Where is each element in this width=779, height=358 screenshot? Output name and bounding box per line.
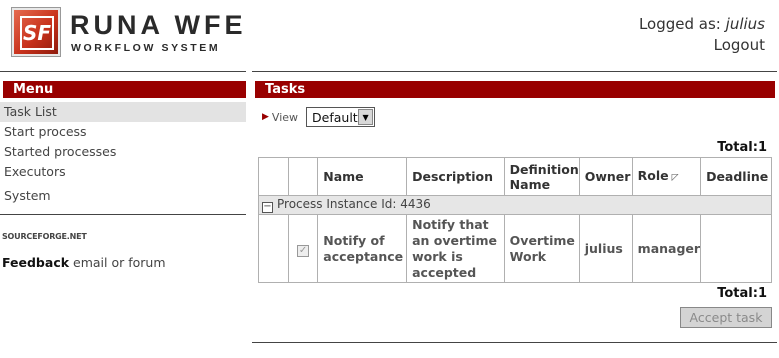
column-header-role[interactable]: Role ◸ xyxy=(631,157,702,196)
view-select[interactable]: Default ▼ xyxy=(306,107,376,127)
logout-link[interactable]: Logout xyxy=(639,35,765,56)
dropdown-arrow-icon[interactable]: ▼ xyxy=(358,109,374,125)
column-header-role-label: Role xyxy=(637,167,669,183)
app-logo: SF RUNA WFE WORKFLOW SYSTEM xyxy=(12,8,252,58)
sf-logo-icon: SF xyxy=(12,8,60,56)
column-header-owner[interactable]: Owner xyxy=(578,157,633,196)
divider xyxy=(252,71,777,72)
tasks-table: Name Description Definition Name Owner R… xyxy=(258,157,772,283)
menu-item-started-processes[interactable]: Started processes xyxy=(0,142,246,162)
view-label: View xyxy=(271,110,299,124)
header-check-cell xyxy=(287,157,319,196)
table-row[interactable]: ✓ Notify of acceptance Notify that an ov… xyxy=(258,214,772,283)
logo-subtitle: WORKFLOW SYSTEM xyxy=(71,42,221,54)
cell-name[interactable]: Notify of acceptance xyxy=(317,214,408,283)
column-header-deadline[interactable]: Deadline xyxy=(700,157,772,196)
menu-item-start-process[interactable]: Start process xyxy=(0,122,246,142)
menu-header: Menu xyxy=(3,81,246,98)
sort-icon[interactable]: ◸ xyxy=(672,173,679,183)
view-selector-row: ▶ View Default ▼ xyxy=(262,107,376,127)
feedback-link[interactable]: email or forum xyxy=(73,255,166,270)
sourceforge-logo[interactable]: SOURCEFORGE.NET xyxy=(2,232,87,241)
group-cell: − Process Instance Id: 4436 xyxy=(258,195,772,215)
row-expand-cell xyxy=(258,214,289,283)
column-header-description[interactable]: Description xyxy=(406,157,505,196)
group-label: Process Instance Id: 4436 xyxy=(277,197,431,211)
column-header-definition-name[interactable]: Definition Name xyxy=(503,157,580,196)
table-header-row: Name Description Definition Name Owner R… xyxy=(258,157,772,196)
row-check-cell: ✓ xyxy=(287,214,319,283)
cell-role: manager xyxy=(631,214,702,283)
tasks-header: Tasks xyxy=(255,81,775,98)
total-count-bottom: Total:1 xyxy=(717,286,767,301)
checkbox-icon[interactable]: ✓ xyxy=(297,244,310,257)
divider xyxy=(0,71,246,72)
menu-item-executors[interactable]: Executors xyxy=(0,162,246,182)
logo-title: RUNA WFE xyxy=(70,10,247,40)
feedback-label: Feedback xyxy=(2,255,70,270)
cell-owner: julius xyxy=(578,214,633,283)
cell-description: Notify that an overtime work is accepted xyxy=(406,214,505,283)
divider xyxy=(0,214,246,215)
divider xyxy=(252,342,777,343)
cell-deadline xyxy=(700,214,772,283)
logged-as-label: Logged as: xyxy=(638,15,721,33)
accept-task-button[interactable]: Accept task xyxy=(680,307,772,328)
menu-item-task-list[interactable]: Task List xyxy=(0,102,246,122)
triangle-right-icon: ▶ xyxy=(262,112,269,122)
view-select-value: Default xyxy=(312,109,358,125)
collapse-icon[interactable]: − xyxy=(262,202,273,213)
user-box: Logged as: julius Logout xyxy=(639,14,765,56)
username: julius xyxy=(725,15,765,33)
menu-item-system[interactable]: System xyxy=(0,186,246,206)
header-expand-cell xyxy=(258,157,289,196)
total-count-top: Total:1 xyxy=(717,140,767,155)
group-row: − Process Instance Id: 4436 xyxy=(258,195,772,215)
cell-definition-name: Overtime Work xyxy=(503,214,580,283)
column-header-name[interactable]: Name xyxy=(317,157,408,196)
feedback-line: Feedback email or forum xyxy=(2,255,166,270)
menu-list: Task List Start process Started processe… xyxy=(0,102,246,206)
